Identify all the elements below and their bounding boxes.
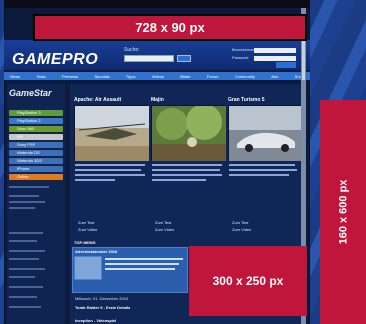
sidebar-logo[interactable]: GameStar — [9, 88, 52, 98]
nav-item[interactable]: Tests — [36, 74, 45, 79]
nav-item[interactable]: Forum — [207, 74, 219, 79]
sidebar-text — [9, 276, 35, 278]
card-text — [152, 174, 222, 176]
card-text — [229, 164, 295, 166]
news-thumbnail[interactable] — [74, 256, 102, 280]
card-text — [229, 169, 297, 171]
sidebar-text — [9, 258, 39, 260]
password-label: Passwort — [232, 55, 249, 60]
password-field[interactable] — [254, 56, 296, 61]
nav-item[interactable]: Tipps — [126, 74, 136, 79]
nav-item[interactable]: Previews — [62, 74, 78, 79]
top-news-heading: TOP-NEWS — [74, 240, 96, 245]
nav-item[interactable]: Specials — [94, 74, 109, 79]
card-link-video[interactable]: Zum Video — [155, 227, 174, 232]
car-image — [229, 106, 301, 161]
card-title[interactable]: Gran Turismo 5 — [228, 97, 265, 103]
news-date: Mittwoch, 01. Dezember 2010 — [75, 296, 129, 301]
card-image[interactable] — [228, 105, 302, 161]
card-text — [152, 179, 206, 181]
sidebar-text — [9, 286, 43, 288]
card-title[interactable]: Apache: Air Assault — [74, 97, 121, 103]
leaderboard-ad: 728 x 90 px — [33, 14, 307, 41]
sidebar-text — [9, 268, 45, 270]
news-text — [105, 268, 175, 270]
card-link-test[interactable]: Zum Test — [232, 220, 248, 225]
sidebar-text — [9, 296, 37, 298]
news-title[interactable]: Inception - Videospiel — [75, 318, 116, 323]
username-field[interactable] — [254, 48, 296, 53]
main-nav: News Tests Previews Specials Tipps Video… — [4, 72, 310, 80]
news-text — [105, 263, 179, 265]
sidebar-text — [9, 207, 35, 209]
card-text — [152, 164, 222, 166]
site-logo[interactable]: GAMEPRO — [12, 51, 98, 69]
top-bar — [4, 0, 310, 8]
sidebar-item[interactable]: iPhone — [9, 166, 63, 172]
search-input[interactable] — [124, 55, 174, 62]
skyscraper-ad-label: 160 x 600 px — [337, 179, 349, 245]
search-button[interactable] — [177, 55, 191, 62]
nav-item[interactable]: Bilder — [180, 74, 190, 79]
sidebar-text — [9, 201, 45, 203]
search-label: Suche: — [124, 47, 140, 53]
nav-item[interactable]: Community — [235, 74, 255, 79]
forest-image — [152, 104, 226, 161]
sidebar-item[interactable]: Nintendo DS — [9, 150, 63, 156]
card-text — [75, 169, 141, 171]
sidebar-divider — [9, 186, 49, 188]
news-title[interactable]: Adventskalender 2010 — [75, 249, 117, 254]
card-text — [229, 174, 289, 176]
skyscraper-ad: 160 x 600 px — [320, 100, 366, 324]
nav-item[interactable]: Abo — [271, 74, 278, 79]
sidebar-item[interactable]: Xbox 360 — [9, 126, 63, 132]
rectangle-ad: 300 x 250 px — [189, 246, 307, 316]
sidebar-item[interactable]: Wii — [9, 134, 63, 140]
sidebar-text — [9, 306, 41, 308]
news-title[interactable]: Tomb Raider 9 - Erste Details — [75, 305, 130, 310]
card-image[interactable] — [74, 105, 149, 161]
sidebar-text — [9, 195, 39, 197]
sidebar-item[interactable]: Sony PSP — [9, 142, 63, 148]
card-text — [75, 164, 145, 166]
card-link-test[interactable]: Zum Test — [155, 220, 171, 225]
card-image[interactable] — [151, 104, 226, 161]
card-link-video[interactable]: Zum Video — [232, 227, 251, 232]
sidebar-text — [9, 240, 37, 242]
card-link-test[interactable]: Zum Test — [78, 220, 94, 225]
nav-item[interactable]: News — [10, 74, 20, 79]
card-title[interactable]: Majin — [151, 97, 164, 103]
card-text — [152, 169, 220, 171]
sidebar-text — [9, 232, 43, 234]
sidebar-item[interactable]: Nintendo 3DS — [9, 158, 63, 164]
card-link-video[interactable]: Zum Video — [78, 227, 97, 232]
helicopter-image — [75, 106, 149, 161]
news-text — [105, 258, 183, 260]
login-button[interactable] — [276, 62, 296, 68]
sidebar-item[interactable]: PlayStation 3 — [9, 110, 63, 116]
sidebar-item[interactable]: Online — [9, 174, 63, 180]
card-text — [75, 179, 115, 181]
nav-item[interactable]: Videos — [152, 74, 164, 79]
card-text — [75, 174, 145, 176]
sidebar-item[interactable]: PlayStation 2 — [9, 118, 63, 124]
sidebar-text — [9, 250, 45, 252]
